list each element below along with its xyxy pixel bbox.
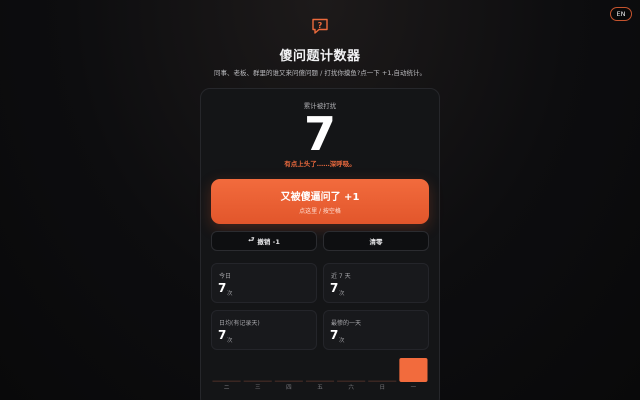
stat-daily-avg-unit: 次	[227, 338, 233, 344]
chart-bar-0	[212, 380, 241, 382]
chart-bar-4	[337, 380, 366, 382]
chart-bar-5	[368, 380, 397, 382]
language-toggle-button[interactable]: EN	[610, 7, 632, 21]
stat-daily-avg-label: 日均(有记录天)	[219, 320, 260, 327]
stat-today-unit: 次	[227, 291, 233, 297]
total-count: 7	[303, 107, 336, 161]
chart-tick-label: 五	[317, 384, 323, 391]
stat-worst-day-unit: 次	[339, 338, 345, 344]
mood-message: 有点上头了……深呼吸。	[284, 160, 356, 168]
chart-bar-3	[305, 380, 335, 382]
stat-worst-day-value: 7	[330, 328, 339, 342]
stat-worst-day-label: 最惨的一天	[331, 320, 362, 327]
undo-button-label: 撤销 -1	[257, 238, 280, 246]
question-bubble-icon: ?	[311, 17, 329, 35]
app-subtitle: 同事、老板、群里的谁又来问傻问题 / 打扰你摸鱼?点一下 +1,自动统计。	[214, 69, 426, 77]
reset-button[interactable]: 清零	[323, 231, 429, 251]
reset-button-label: 清零	[369, 238, 383, 246]
svg-text:?: ?	[318, 21, 323, 30]
chart-tick-label: 六	[348, 383, 354, 391]
chart-tick-label: 四	[286, 384, 292, 391]
stat-today-value: 7	[218, 281, 227, 295]
chart-bar-1	[243, 380, 272, 382]
chart-bar-6	[399, 358, 428, 382]
chart-bar-2	[274, 380, 303, 382]
undo-arrow-icon: ⮐	[248, 235, 255, 244]
increment-button-hint: 点这里 / 按空格	[299, 208, 341, 215]
stat-worst-day: 最惨的一天 7 次	[323, 310, 429, 350]
increment-button-label: 又被傻逼问了 +1	[280, 192, 360, 203]
increment-button[interactable]: 又被傻逼问了 +1 点这里 / 按空格	[211, 179, 429, 224]
stat-daily-avg: 日均(有记录天) 7 次	[211, 310, 317, 350]
stat-last7: 近 7 天 7 次	[323, 263, 429, 303]
chart-tick-label: 三	[255, 384, 261, 391]
chart-tick-label: 二	[224, 385, 230, 391]
stat-daily-avg-value: 7	[218, 328, 227, 342]
chart-tick-label: 一	[411, 385, 417, 391]
undo-button[interactable]: ⮐ 撤销 -1	[211, 231, 317, 251]
weekly-bar-chart: 二三四五六日一	[212, 358, 428, 391]
app-title: 傻问题计数器	[279, 49, 361, 64]
stat-last7-label: 近 7 天	[331, 273, 351, 280]
stat-last7-unit: 次	[339, 291, 345, 297]
chart-tick-label: 日	[380, 384, 386, 391]
stat-last7-value: 7	[330, 281, 339, 295]
stat-today-label: 今日	[219, 273, 232, 280]
stat-today: 今日 7 次	[211, 263, 317, 303]
